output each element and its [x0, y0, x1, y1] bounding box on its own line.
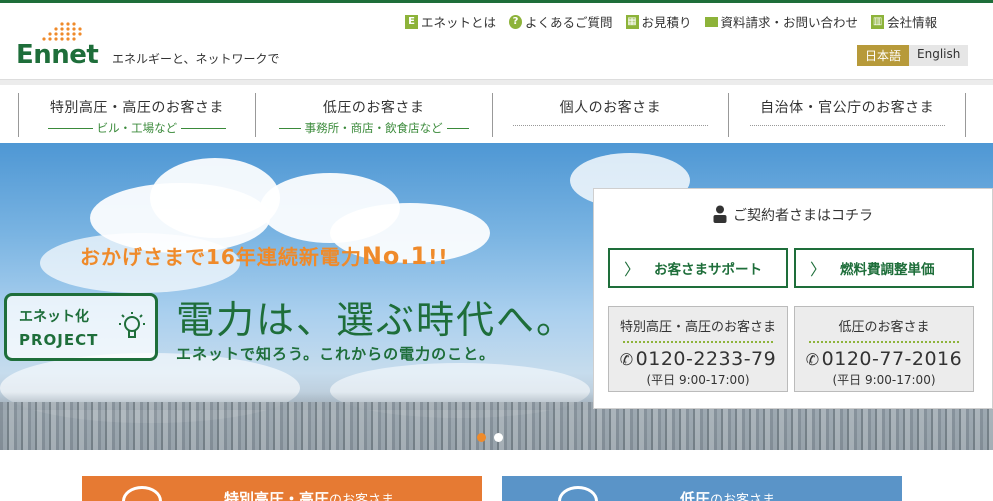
phone-box-divider	[809, 341, 959, 343]
tagline: エネルギーと、ネットワークで	[112, 52, 280, 66]
language-switch: 日本語 English	[857, 45, 969, 66]
fuel-cost-button[interactable]: 〉燃料費調整単価	[794, 248, 974, 288]
top-accent-line	[0, 0, 993, 3]
util-link-label: エネットとは	[421, 15, 497, 30]
cloud-shape	[150, 158, 280, 238]
cityscape	[0, 402, 993, 450]
phone-box-divider	[623, 341, 773, 343]
hero-catchphrase: おかげさまで16年連続新電力No.1!!	[80, 242, 449, 270]
nav-item-title: 特別高圧・高圧のお客さま	[49, 100, 224, 116]
logo-wordmark: Ennet	[16, 40, 99, 70]
shop-icon	[558, 486, 598, 501]
ennet-logo[interactable]: Ennet	[16, 20, 106, 70]
util-link-label: 資料請求・お問い合わせ	[720, 15, 859, 30]
mail-icon	[704, 16, 718, 27]
nav-item-underline	[749, 125, 945, 126]
nav-item-government[interactable]: 自治体・官公庁のお客さま	[729, 93, 966, 137]
nav-item-high-voltage[interactable]: 特別高圧・高圧のお客さま ビル・工場など	[19, 93, 256, 137]
phone-hours: (平日 9:00-17:00)	[832, 373, 936, 387]
nav-item-sub: 事務所・商店・飲食店など	[256, 120, 492, 136]
customer-support-button[interactable]: 〉お客さまサポート	[608, 248, 788, 288]
carousel-dot-2[interactable]	[494, 433, 503, 442]
contract-panel: ご契約者さまはコチラ 〉お客さまサポート 〉燃料費調整単価 特別高圧・高圧のお客…	[593, 188, 993, 409]
nav-item-title: 自治体・官公庁のお客さま	[760, 100, 935, 116]
carousel-dot-1[interactable]	[477, 433, 486, 442]
util-link-about[interactable]: E エネットとは	[405, 12, 496, 31]
phone-box-title: 低圧のお客さま	[838, 320, 930, 335]
calculator-icon: ▦	[625, 14, 639, 29]
phone-icon: ✆	[619, 350, 634, 369]
nav-item-underline	[512, 125, 708, 126]
project-badge-line2: PROJECT	[19, 331, 99, 349]
carousel-dots	[477, 433, 503, 442]
lang-japanese[interactable]: 日本語	[857, 45, 910, 66]
utility-nav: E エネットとは ? よくあるご質問 ▦ お見積り 資料請求・お問い合わせ ▥ …	[405, 12, 950, 31]
phone-hours: (平日 9:00-17:00)	[646, 373, 750, 387]
lightbulb-icon	[119, 312, 145, 338]
util-link-faq[interactable]: ? よくあるご質問	[509, 12, 613, 31]
chevron-right-icon: 〉	[810, 260, 827, 279]
main-nav: 特別高圧・高圧のお客さま ビル・工場など 低圧のお客さま 事務所・商店・飲食店な…	[18, 93, 966, 137]
e-logo-icon: E	[405, 14, 418, 29]
util-link-estimate[interactable]: ▦ お見積り	[625, 12, 692, 31]
building-icon: ▥	[871, 14, 885, 29]
logo-dots-icon	[42, 22, 82, 41]
util-link-label: 会社情報	[887, 15, 938, 30]
project-badge-line1: エネット化	[19, 309, 89, 325]
util-link-company[interactable]: ▥ 会社情報	[871, 12, 937, 31]
phone-box-title: 特別高圧・高圧のお客さま	[619, 320, 776, 335]
question-icon: ?	[509, 14, 523, 29]
nav-item-sub: ビル・工場など	[19, 120, 255, 136]
phone-number: ✆ 0120-2233-79	[619, 348, 777, 370]
high-voltage-customer-button[interactable]: 特別高圧・高圧のお客さま	[82, 476, 482, 501]
nav-item-low-voltage[interactable]: 低圧のお客さま 事務所・商店・飲食店など	[256, 93, 493, 137]
low-voltage-customer-button[interactable]: 低圧のお客さま	[502, 476, 902, 501]
util-link-label: よくあるご質問	[525, 15, 613, 30]
hero-subheadline: エネットで知ろう。これからの電力のこと。	[176, 345, 496, 363]
util-link-label: お見積り	[641, 15, 692, 30]
phone-box-high-voltage[interactable]: 特別高圧・高圧のお客さま ✆ 0120-2233-79 (平日 9:00-17:0…	[608, 306, 788, 392]
building-icon	[122, 486, 162, 501]
phone-icon: ✆	[805, 350, 820, 369]
phone-number: ✆ 0120-77-2016	[805, 348, 963, 370]
contract-panel-title: ご契約者さまはコチラ	[594, 205, 992, 225]
person-icon	[713, 205, 727, 223]
lang-english[interactable]: English	[909, 45, 969, 66]
phone-box-low-voltage[interactable]: 低圧のお客さま ✆ 0120-77-2016 (平日 9:00-17:00)	[794, 306, 974, 392]
header-divider	[0, 79, 993, 85]
nav-item-individual[interactable]: 個人のお客さま	[493, 93, 730, 137]
chevron-right-icon: 〉	[624, 260, 641, 279]
hero-headline: 電力は、選ぶ時代へ。	[176, 298, 577, 342]
nav-item-title: 低圧のお客さま	[322, 100, 425, 116]
project-badge: エネット化 PROJECT	[4, 293, 158, 361]
util-link-contact[interactable]: 資料請求・お問い合わせ	[704, 12, 859, 31]
nav-item-title: 個人のお客さま	[559, 100, 662, 116]
